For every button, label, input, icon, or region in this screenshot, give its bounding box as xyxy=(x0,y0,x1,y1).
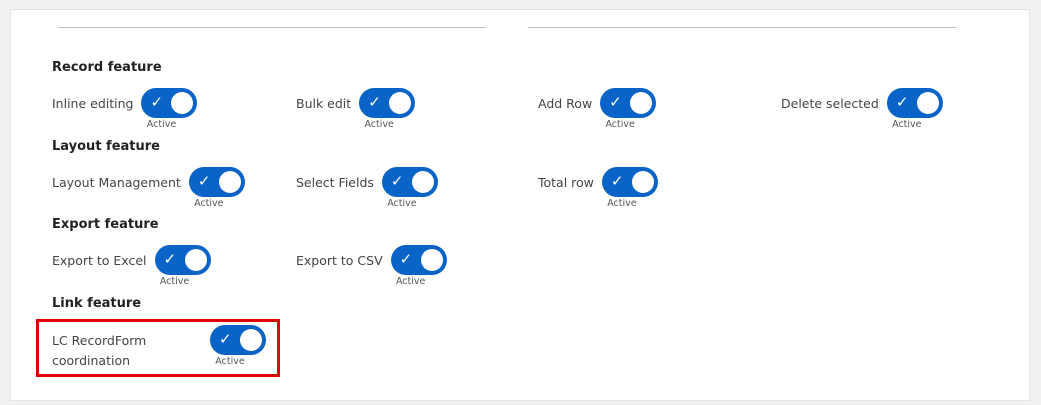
feature-export-csv: Export to CSV ✓ Active xyxy=(296,245,447,287)
feature-total-row: Total row ✓ Active xyxy=(538,167,658,209)
label-line-2: coordination xyxy=(52,353,131,368)
select-fields-toggle[interactable]: ✓ xyxy=(381,167,438,197)
toggle-knob xyxy=(420,249,443,271)
inline-editing-toggle[interactable]: ✓ xyxy=(141,88,198,118)
export-excel-toggle[interactable]: ✓ xyxy=(154,245,211,275)
check-icon: ✓ xyxy=(390,172,404,190)
feature-inline-editing: Inline editing ✓ Active xyxy=(52,88,198,130)
bulk-edit-toggle[interactable]: ✓ xyxy=(359,88,416,118)
feature-label: Export to CSV xyxy=(296,252,383,268)
toggle-knob xyxy=(630,92,653,114)
feature-select-fields: Select Fields ✓ Active xyxy=(296,167,438,209)
status-text: Active xyxy=(387,198,417,209)
check-icon: ✓ xyxy=(895,93,909,111)
toggle-knob xyxy=(411,171,434,193)
feature-add-row: Add Row ✓ Active xyxy=(538,88,657,130)
feature-export-excel: Export to Excel ✓ Active xyxy=(52,245,211,287)
feature-label: Layout Management xyxy=(52,174,181,190)
feature-label: Bulk edit xyxy=(296,95,352,111)
check-icon: ✓ xyxy=(197,172,211,190)
layout-feature-title: Layout feature xyxy=(52,139,160,154)
toggle-knob xyxy=(389,92,412,114)
feature-label: Delete selected xyxy=(781,95,879,111)
check-icon: ✓ xyxy=(610,172,624,190)
export-csv-toggle[interactable]: ✓ xyxy=(390,245,447,275)
feature-label: Select Fields xyxy=(296,174,374,190)
toggle-knob xyxy=(916,92,939,114)
toggle-knob xyxy=(631,171,654,193)
toggle-knob xyxy=(240,329,262,351)
toggle-knob xyxy=(184,249,207,271)
divider-left xyxy=(58,27,486,28)
divider-right xyxy=(528,27,956,28)
feature-label: Add Row xyxy=(538,95,593,111)
label-line-1: LC RecordForm xyxy=(52,333,147,348)
feature-delete-selected: Delete selected ✓ Active xyxy=(781,88,943,130)
record-feature-title: Record feature xyxy=(52,60,162,75)
toggle-knob xyxy=(218,171,241,193)
check-icon: ✓ xyxy=(219,330,232,348)
status-text: Active xyxy=(605,119,635,130)
lc-recordform-coordination-toggle[interactable]: ✓ xyxy=(210,325,266,355)
feature-label: Total row xyxy=(538,174,594,190)
lc-recordform-toggle-wrap: ✓ Active xyxy=(210,325,266,367)
layout-management-toggle[interactable]: ✓ xyxy=(188,167,245,197)
status-text: Active xyxy=(146,119,177,130)
lc-recordform-label: LC RecordForm coordination xyxy=(52,331,146,371)
check-icon: ✓ xyxy=(368,93,381,111)
feature-label: Inline editing xyxy=(52,95,134,111)
feature-bulk-edit: Bulk edit ✓ Active xyxy=(296,88,416,130)
status-text: Active xyxy=(194,198,224,209)
feature-layout-management: Layout Management ✓ Active xyxy=(52,167,245,209)
status-text: Active xyxy=(607,198,637,209)
feature-label: Export to Excel xyxy=(52,252,147,268)
status-text: Active xyxy=(395,276,426,287)
check-icon: ✓ xyxy=(163,250,177,268)
export-feature-title: Export feature xyxy=(52,217,159,232)
check-icon: ✓ xyxy=(399,250,413,268)
status-text: Active xyxy=(364,119,394,130)
status-text: Active xyxy=(215,356,245,367)
check-icon: ✓ xyxy=(609,93,622,111)
toggle-knob xyxy=(171,92,194,114)
delete-selected-toggle[interactable]: ✓ xyxy=(886,88,943,118)
status-text: Active xyxy=(159,276,190,287)
status-text: Active xyxy=(892,119,922,130)
check-icon: ✓ xyxy=(150,93,164,111)
link-feature-title: Link feature xyxy=(52,296,142,311)
add-row-toggle[interactable]: ✓ xyxy=(600,88,657,118)
total-row-toggle[interactable]: ✓ xyxy=(601,167,658,197)
